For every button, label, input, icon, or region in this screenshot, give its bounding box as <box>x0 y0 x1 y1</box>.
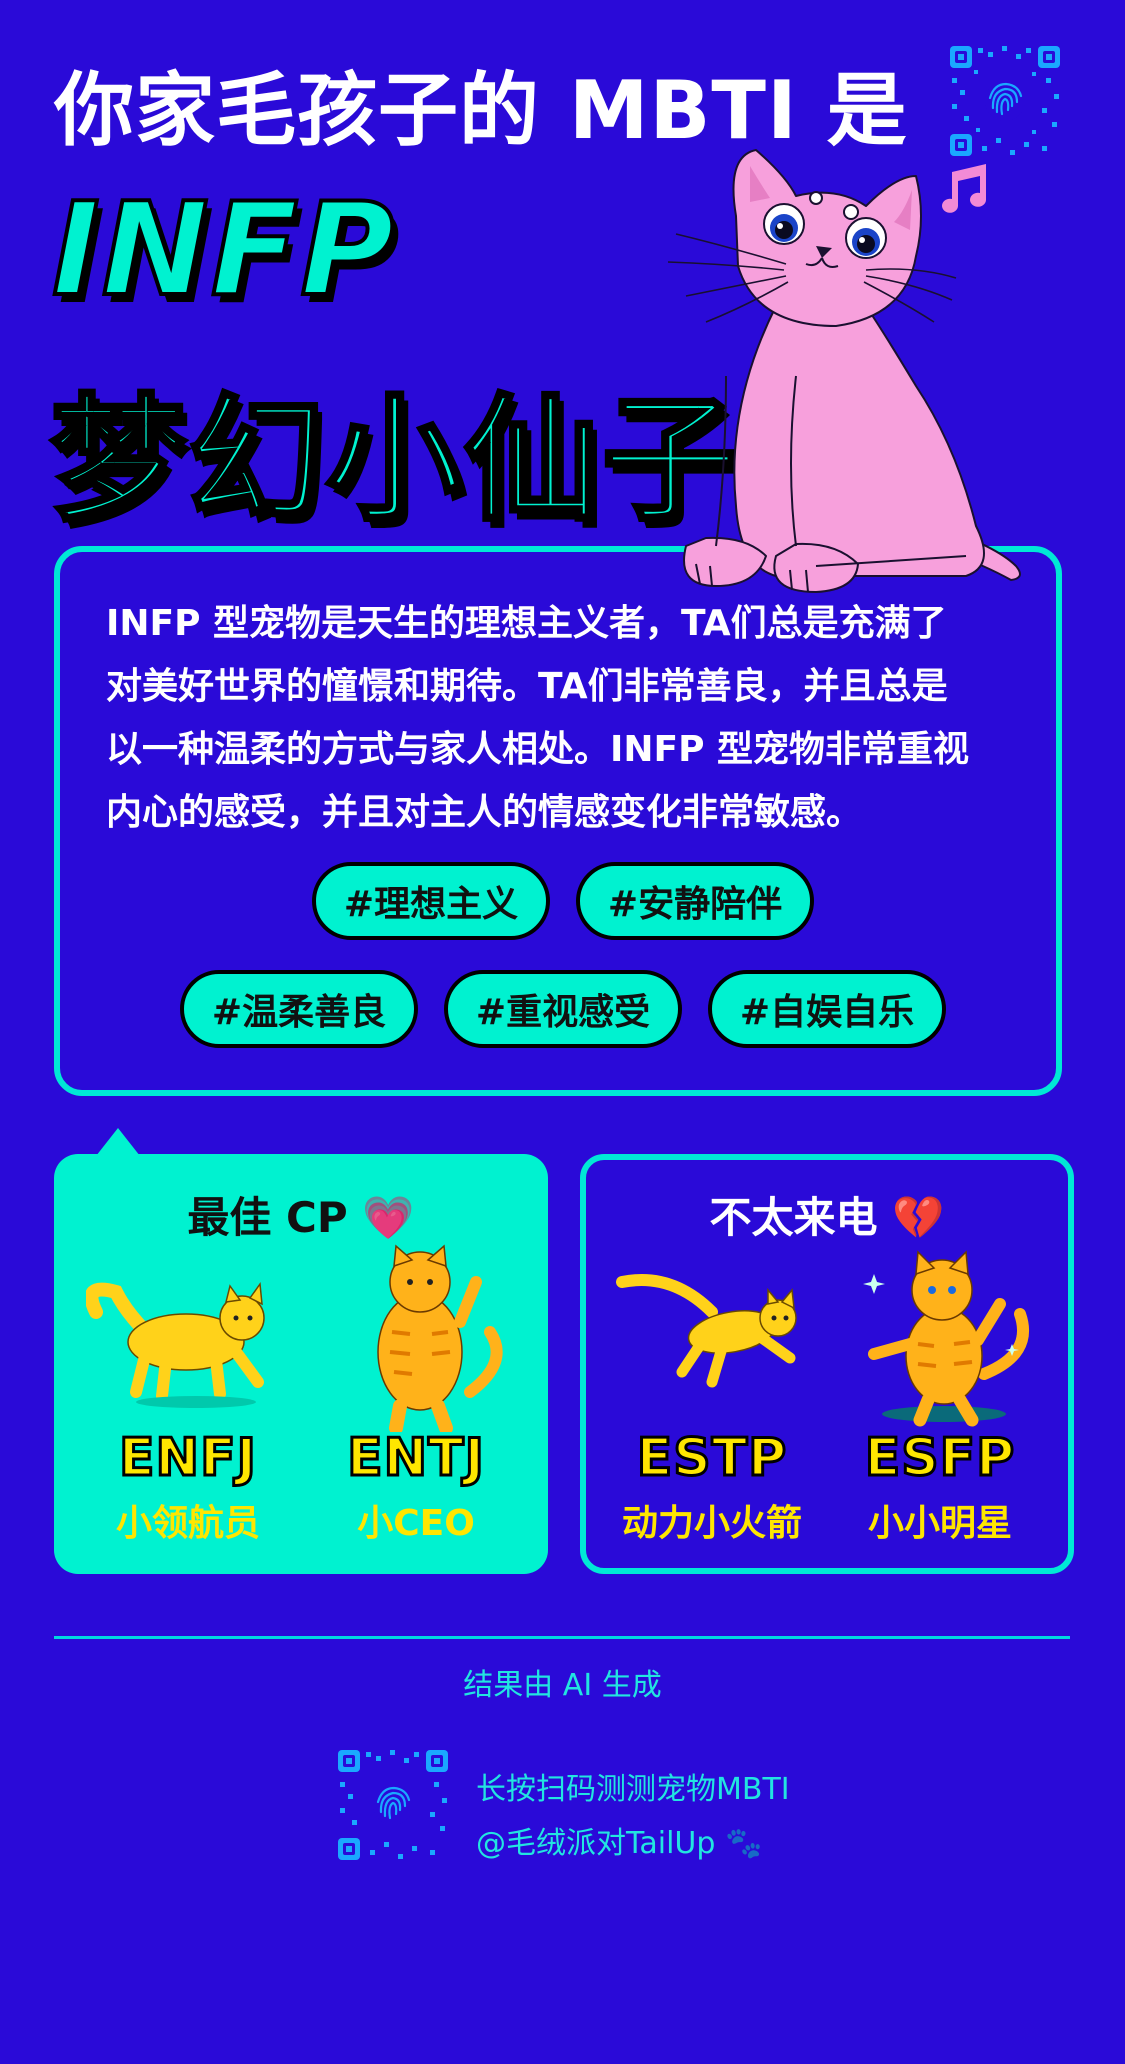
headline: 你家毛孩子的 MBTI 是 <box>54 64 908 157</box>
scan-prompt: 长按扫码测测宠物MBTI <box>476 1772 790 1807</box>
best-card-pointer <box>96 1128 140 1156</box>
tag-values-feelings[interactable]: #重视感受 <box>444 970 682 1048</box>
description-line: 以一种温柔的方式与家人相处。INFP 型宠物非常重视 <box>106 729 970 770</box>
account-handle[interactable]: @毛绒派对TailUp 🐾 <box>476 1818 762 1862</box>
description-line: 内心的感受，并且对主人的情感变化非常敏感。 <box>106 792 863 833</box>
best-match-nickname-1: 小领航员 <box>115 1503 260 1544</box>
description-text: INFP 型宠物是天生的理想主义者，TA们总是充满了 对美好世界的憧憬和期待。T… <box>106 592 1026 844</box>
worst-match-nickname-1: 动力小火箭 <box>621 1503 802 1544</box>
ai-generated-note: 结果由 AI 生成 <box>463 1668 662 1703</box>
worst-match-code-1: ESTP <box>635 1427 788 1490</box>
personality-nickname: 梦幻小仙子 <box>48 380 740 542</box>
worst-match-title: 不太来电 💔 <box>709 1193 945 1242</box>
best-match-code-1: ENFJ <box>118 1427 258 1490</box>
description-line: 对美好世界的憧憬和期待。TA们非常善良，并且总是 <box>106 666 948 707</box>
description-line: INFP 型宠物是天生的理想主义者，TA们总是充满了 <box>106 603 947 644</box>
yellow-cat-walking-icon <box>86 1281 265 1408</box>
mbti-type-code: INFP <box>50 174 396 327</box>
best-match-nickname-2: 小CEO <box>357 1503 475 1544</box>
qr-code-icon[interactable] <box>334 1746 452 1864</box>
orange-cat-dancing-icon <box>863 1250 1030 1427</box>
tag-quiet-company[interactable]: #安静陪伴 <box>576 862 814 940</box>
tag-self-entertaining[interactable]: #自娱自乐 <box>708 970 946 1048</box>
pink-cat-illustration-icon <box>667 149 1021 593</box>
worst-match-nickname-2: 小小明星 <box>867 1503 1012 1544</box>
yellow-cat-leaping-icon <box>616 1274 797 1388</box>
best-match-title: 最佳 CP 💗 <box>187 1193 415 1242</box>
tag-gentle-kind[interactable]: #温柔善良 <box>180 970 418 1048</box>
worst-match-code-2: ESFP <box>863 1427 1016 1490</box>
best-match-code-2: ENTJ <box>346 1427 486 1490</box>
qr-code-icon[interactable] <box>946 42 1064 160</box>
footer-divider <box>54 1636 1070 1639</box>
tag-idealism[interactable]: #理想主义 <box>312 862 550 940</box>
orange-cat-standing-icon <box>377 1244 503 1432</box>
